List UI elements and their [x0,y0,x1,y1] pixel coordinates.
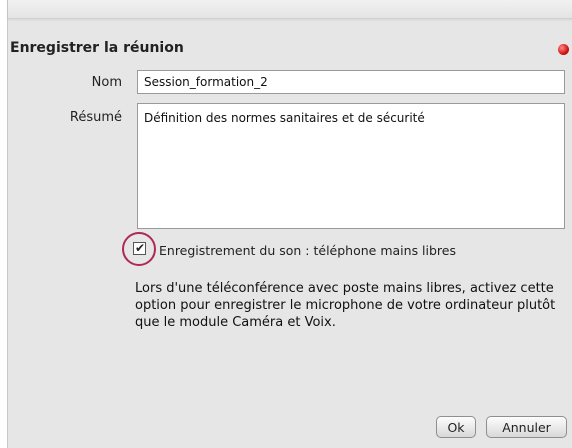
summary-textarea[interactable]: Définition des normes sanitaires et de s… [137,103,565,229]
cancel-button[interactable]: Annuler [486,416,567,438]
dialog-top-bar [8,0,572,19]
summary-label: Résumé [69,110,122,125]
ok-button[interactable]: Ok [436,416,476,438]
record-meeting-dialog: Enregistrer la réunion Nom Session_forma… [7,0,572,448]
audio-recording-checkbox[interactable]: ✔ [133,241,146,255]
dialog-title: Enregistrer la réunion [10,40,184,56]
name-input[interactable]: Session_formation_2 [137,70,565,94]
name-label: Nom [91,75,122,90]
close-icon[interactable] [558,44,569,55]
audio-recording-label[interactable]: Enregistrement du son : téléphone mains … [159,243,456,258]
help-text: Lors d'une téléconférence avec poste mai… [135,281,556,330]
checkmark-icon: ✔ [135,241,146,255]
